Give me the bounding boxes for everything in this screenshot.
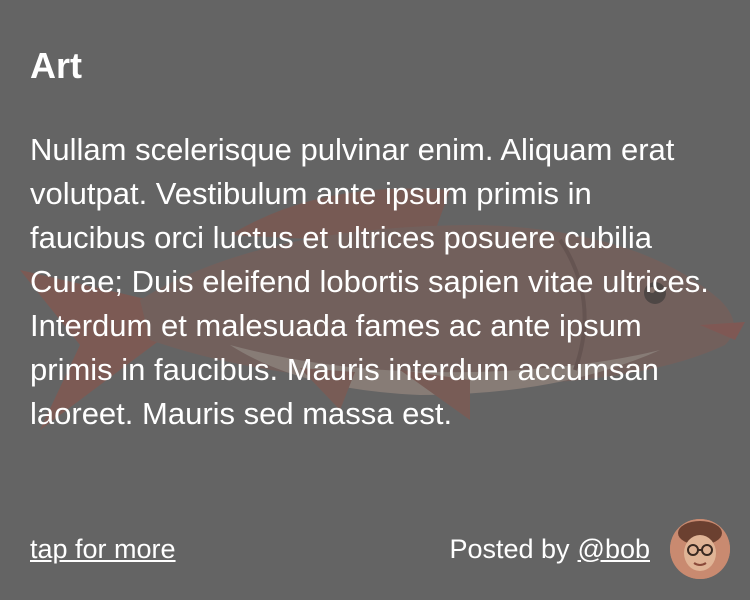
tap-for-more-link[interactable]: tap for more	[30, 534, 176, 565]
story-card: Art Nullam scelerisque pulvinar enim. Al…	[0, 0, 750, 600]
card-title: Art	[30, 45, 82, 86]
avatar-photo-icon	[670, 519, 730, 579]
posted-by-label: Posted by	[449, 533, 570, 564]
author-link[interactable]: @bob	[578, 534, 650, 565]
card-body: Nullam scelerisque pulvinar enim. Aliqua…	[30, 132, 709, 431]
avatar[interactable]	[670, 519, 730, 579]
posted-by: Posted by @bob	[449, 519, 730, 579]
card-footer: tap for more Posted by @bob	[30, 518, 730, 580]
